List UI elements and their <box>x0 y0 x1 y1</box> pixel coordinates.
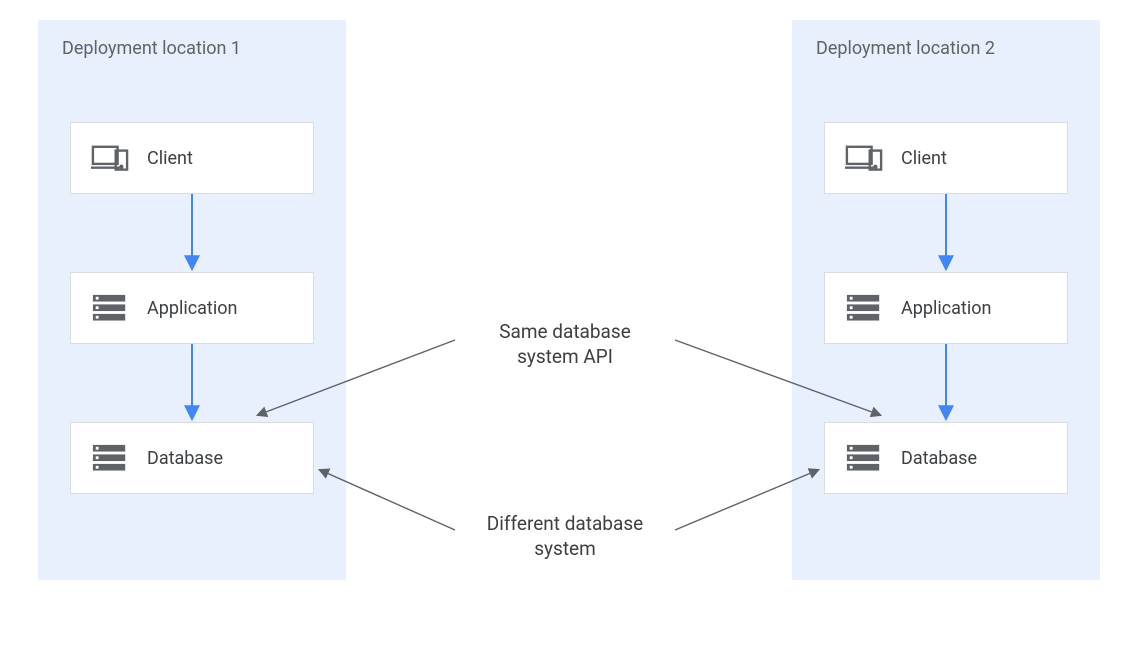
node-application-left-label: Application <box>147 298 237 319</box>
node-client-left: Client <box>70 122 314 194</box>
client-icon <box>845 143 883 173</box>
node-database-right: Database <box>824 422 1068 494</box>
node-client-right: Client <box>824 122 1068 194</box>
node-application-right: Application <box>824 272 1068 344</box>
annotation-same-api: Same database system API <box>455 320 675 369</box>
database-icon <box>91 443 129 473</box>
node-database-right-label: Database <box>901 448 977 469</box>
annotation-diff-system: Different database system <box>455 512 675 561</box>
node-application-left: Application <box>70 272 314 344</box>
node-database-left: Database <box>70 422 314 494</box>
region-1-title: Deployment location 1 <box>62 38 241 59</box>
node-client-left-label: Client <box>147 148 193 169</box>
server-icon <box>91 293 129 323</box>
server-icon <box>845 293 883 323</box>
client-icon <box>91 143 129 173</box>
node-client-right-label: Client <box>901 148 947 169</box>
region-2-title: Deployment location 2 <box>816 38 995 59</box>
node-application-right-label: Application <box>901 298 991 319</box>
node-database-left-label: Database <box>147 448 223 469</box>
database-icon <box>845 443 883 473</box>
